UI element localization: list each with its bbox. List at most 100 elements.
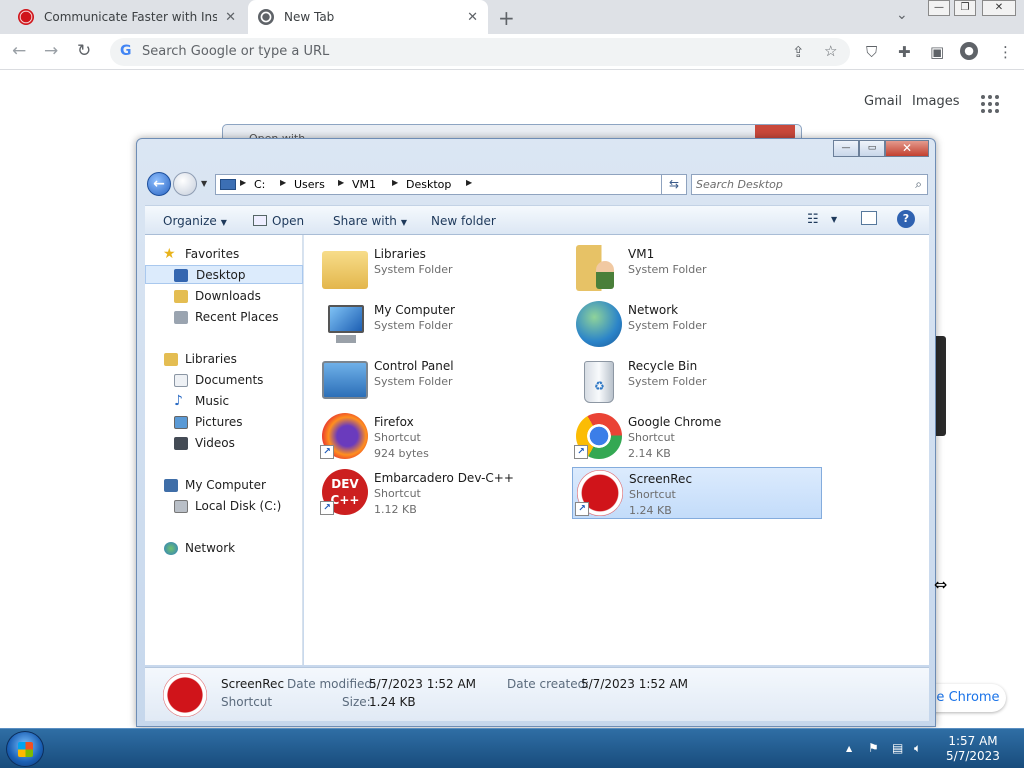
restore-button[interactable]: ❐: [954, 0, 976, 16]
file-item-network[interactable]: Network System Folder: [572, 299, 822, 351]
tab-screenrec[interactable]: Communicate Faster with Instant ✕: [8, 0, 246, 34]
local-disk-icon: [174, 500, 188, 513]
file-item-control-panel[interactable]: Control Panel System Folder: [318, 355, 568, 407]
nav-pictures[interactable]: Pictures: [145, 413, 303, 432]
shield-extension-icon[interactable]: ⛉: [866, 43, 877, 61]
breadcrumb-c[interactable]: C:: [254, 178, 265, 191]
nav-music[interactable]: ♪ Music: [145, 392, 303, 411]
chrome-menu-icon[interactable]: ⋮: [998, 43, 1013, 61]
nav-downloads[interactable]: Downloads: [145, 287, 303, 306]
details-pane: ScreenRec Shortcut Date modified: 5/7/20…: [145, 667, 929, 721]
google-apps-icon[interactable]: [981, 95, 999, 113]
gmail-link[interactable]: Gmail: [864, 94, 902, 109]
tab-search-chevron-icon[interactable]: ⌄: [896, 7, 908, 23]
file-name: ScreenRec: [629, 472, 693, 486]
screenrec-icon: [163, 673, 207, 717]
file-item-screenrec[interactable]: ↗ ScreenRec Shortcut 1.24 KB: [572, 467, 822, 519]
action-center-flag-icon[interactable]: ⚑: [868, 741, 879, 755]
share-icon[interactable]: ⇪: [792, 43, 805, 61]
organize-button[interactable]: Organize ▼: [163, 214, 227, 228]
start-button[interactable]: [6, 731, 44, 767]
nav-label: Favorites: [185, 247, 240, 261]
file-item-my-computer[interactable]: My Computer System Folder: [318, 299, 568, 351]
minimize-button[interactable]: —: [928, 0, 950, 16]
close-tab-icon[interactable]: ✕: [467, 10, 478, 25]
file-item-dev-cpp[interactable]: DEV C++ ↗ Embarcadero Dev-C++ Shortcut 1.…: [318, 467, 568, 519]
recent-pages-chevron-icon[interactable]: ▼: [201, 179, 207, 188]
nav-documents[interactable]: Documents: [145, 371, 303, 390]
open-button[interactable]: Open: [253, 214, 304, 228]
refresh-button[interactable]: ⇆: [661, 174, 687, 195]
nav-favorites[interactable]: ★ Favorites: [145, 245, 303, 264]
breadcrumb-vm1[interactable]: VM1: [352, 178, 376, 191]
screenrec-favicon-icon: [18, 9, 34, 25]
breadcrumb-separator-icon[interactable]: ▶: [240, 178, 246, 187]
file-item-vm1[interactable]: VM1 System Folder: [572, 243, 822, 295]
new-folder-button[interactable]: New folder: [431, 214, 496, 228]
file-type: System Folder: [628, 319, 707, 332]
nav-libraries[interactable]: Libraries: [145, 350, 303, 369]
explorer-maximize-button[interactable]: ▭: [859, 140, 885, 157]
share-with-button[interactable]: Share with ▼: [333, 214, 407, 228]
close-window-button[interactable]: ✕: [982, 0, 1016, 16]
search-icon[interactable]: ⌕: [915, 177, 922, 192]
forward-arrow-icon[interactable]: →: [44, 41, 58, 61]
breadcrumb-separator-icon[interactable]: ▶: [466, 178, 472, 187]
breadcrumb-separator-icon[interactable]: ▶: [280, 178, 286, 187]
breadcrumb-separator-icon[interactable]: ▶: [338, 178, 344, 187]
side-panel-icon[interactable]: ▣: [930, 43, 944, 61]
nav-videos[interactable]: Videos: [145, 434, 303, 453]
back-arrow-icon[interactable]: ←: [12, 41, 26, 61]
clock[interactable]: 1:57 AM 5/7/2023: [944, 734, 1002, 764]
file-item-google-chrome[interactable]: ↗ Google Chrome Shortcut 2.14 KB: [572, 411, 822, 463]
profile-avatar-icon[interactable]: ●: [960, 42, 978, 60]
share-with-label: Share with: [333, 214, 397, 228]
omnibox-placeholder: Search Google or type a URL: [142, 44, 330, 59]
forward-button[interactable]: [173, 172, 197, 196]
nav-label: My Computer: [185, 478, 266, 492]
nav-label: Desktop: [196, 268, 246, 282]
volume-icon[interactable]: 🔈︎: [914, 741, 921, 756]
file-item-firefox[interactable]: ↗ Firefox Shortcut 924 bytes: [318, 411, 568, 463]
nav-my-computer[interactable]: My Computer: [145, 476, 303, 495]
bookmark-star-icon[interactable]: ☆: [824, 42, 837, 60]
explorer-close-button[interactable]: ✕: [885, 140, 929, 157]
tab-new-tab[interactable]: New Tab ✕: [248, 0, 488, 34]
breadcrumb-separator-icon[interactable]: ▶: [392, 178, 398, 187]
open-label: Open: [272, 214, 305, 228]
nav-local-disk[interactable]: Local Disk (C:): [145, 497, 303, 516]
user-folder-icon: [576, 245, 622, 291]
clock-time: 1:57 AM: [948, 734, 998, 748]
new-tab-button[interactable]: +: [498, 6, 515, 30]
breadcrumb-desktop[interactable]: Desktop: [406, 178, 451, 191]
nav-recent-places[interactable]: Recent Places: [145, 308, 303, 327]
extensions-puzzle-icon[interactable]: ✚: [898, 43, 911, 61]
file-size: 924 bytes: [374, 447, 429, 460]
search-desktop-input[interactable]: Search Desktop ⌕: [691, 174, 928, 195]
file-item-recycle-bin[interactable]: ♻ Recycle Bin System Folder: [572, 355, 822, 407]
organize-label: Organize: [163, 214, 217, 228]
file-type: System Folder: [628, 375, 707, 388]
images-link[interactable]: Images: [912, 94, 960, 109]
preview-pane-icon[interactable]: [861, 211, 877, 225]
explorer-minimize-button[interactable]: —: [833, 140, 859, 157]
nav-desktop[interactable]: Desktop: [145, 265, 303, 284]
nav-label: Recent Places: [195, 310, 279, 324]
breadcrumb-users[interactable]: Users: [294, 178, 325, 191]
view-options-chevron-icon[interactable]: ▼: [831, 215, 837, 224]
downloads-folder-icon: [174, 290, 188, 303]
back-button[interactable]: ←: [147, 172, 171, 196]
nav-label: Downloads: [195, 289, 261, 303]
close-tab-icon[interactable]: ✕: [225, 10, 236, 25]
shortcut-arrow-icon: ↗: [320, 445, 334, 459]
network-tray-icon[interactable]: ▤: [892, 741, 903, 755]
reload-icon[interactable]: ↻: [77, 41, 91, 61]
show-hidden-icons-icon[interactable]: ▲: [846, 744, 852, 753]
address-bar[interactable]: ▶ C: ▶ Users ▶ VM1 ▶ Desktop ▶ ▼: [215, 174, 673, 195]
details-file-name: ScreenRec: [221, 677, 285, 691]
nav-network[interactable]: Network: [145, 539, 303, 558]
change-view-icon[interactable]: ☷: [807, 212, 819, 227]
help-icon[interactable]: ?: [897, 210, 915, 228]
file-item-libraries[interactable]: Libraries System Folder: [318, 243, 568, 295]
omnibox[interactable]: G Search Google or type a URL ⇪ ☆: [110, 38, 850, 66]
